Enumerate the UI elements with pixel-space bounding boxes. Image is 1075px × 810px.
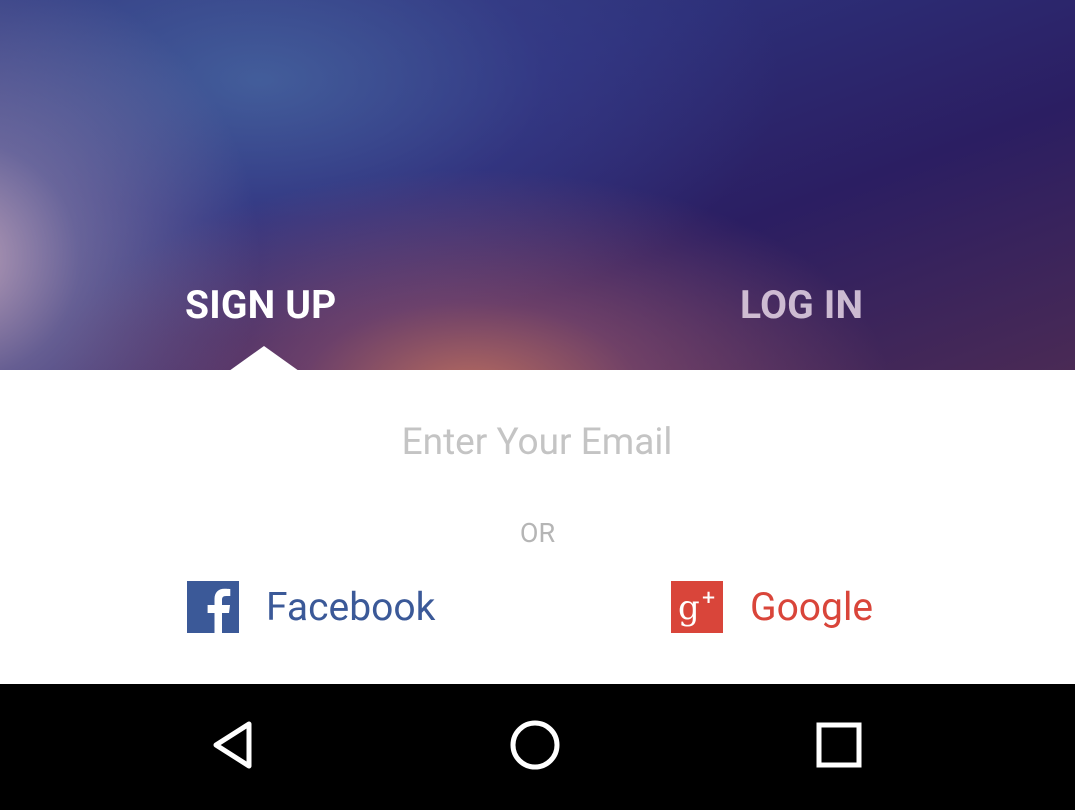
svg-text:+: +	[701, 587, 716, 608]
google-label: Google	[750, 584, 874, 630]
nav-recents-button[interactable]	[784, 684, 894, 810]
home-circle-icon	[509, 719, 561, 775]
nav-home-button[interactable]	[480, 684, 590, 810]
svg-text:g: g	[678, 588, 700, 628]
nav-back-button[interactable]	[178, 684, 288, 810]
recents-square-icon	[816, 722, 862, 772]
tab-login[interactable]: LOG IN	[740, 282, 863, 328]
google-button[interactable]: g + Google	[671, 580, 873, 634]
screen: SIGN UP LOG IN OR Facebook g + Google	[0, 0, 1075, 810]
facebook-button[interactable]: Facebook	[187, 580, 435, 634]
or-divider: OR	[519, 517, 556, 549]
facebook-icon	[187, 581, 239, 633]
facebook-label: Facebook	[266, 584, 436, 630]
system-navigation-bar	[0, 684, 1075, 810]
active-tab-indicator	[229, 346, 299, 371]
hero-background: SIGN UP LOG IN	[0, 0, 1075, 371]
back-triangle-icon	[209, 719, 257, 775]
email-input[interactable]	[237, 412, 837, 472]
google-plus-icon: g +	[671, 581, 723, 633]
tab-signup[interactable]: SIGN UP	[185, 282, 336, 328]
